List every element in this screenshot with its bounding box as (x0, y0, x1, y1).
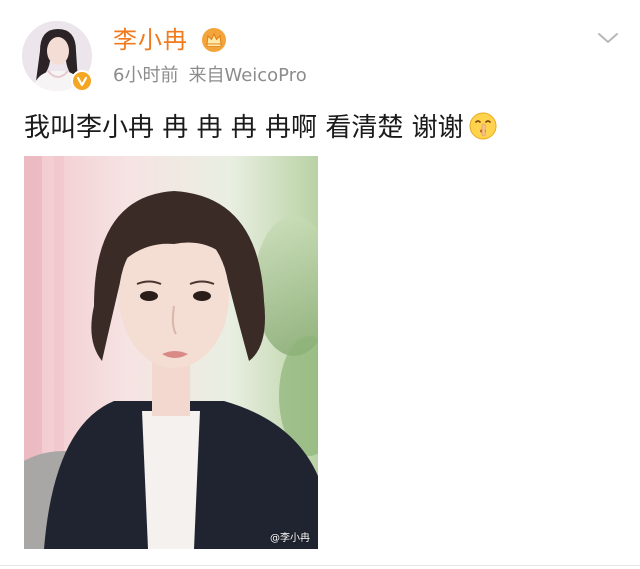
post-text: 我叫李小冉 冉 冉 冉 冉啊 看清楚 谢谢 (24, 110, 498, 146)
divider (0, 565, 640, 566)
post-photo[interactable]: @李小冉 (24, 156, 318, 549)
post-text-content: 我叫李小冉 冉 冉 冉 冉啊 看清楚 谢谢 (24, 113, 464, 143)
verified-icon (71, 70, 93, 92)
post-source[interactable]: 来自WeicoPro (188, 65, 306, 86)
weibo-post: 李小冉 6小时前 来自WeicoPro 我叫李小冉 冉 冉 冉 冉啊 看清楚 谢谢 (0, 0, 640, 569)
chevron-down-icon[interactable] (596, 30, 620, 46)
crown-icon[interactable] (201, 27, 227, 53)
photo-watermark: @李小冉 (270, 533, 310, 544)
shushing-face-icon (468, 111, 498, 141)
author-name[interactable]: 李小冉 (113, 26, 188, 54)
post-time: 6小时前 (113, 65, 179, 86)
post-meta: 6小时前 来自WeicoPro (113, 64, 307, 88)
